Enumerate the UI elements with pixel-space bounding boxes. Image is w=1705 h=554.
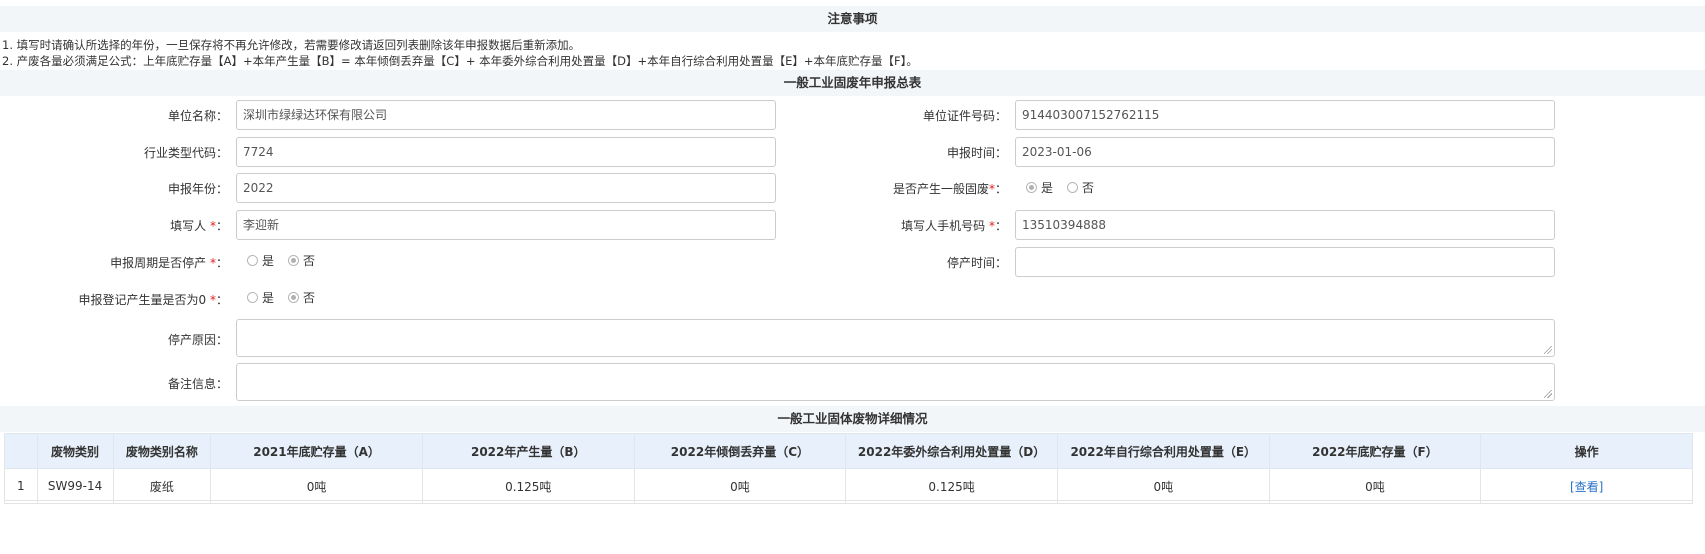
cert-no-input[interactable]: 914403007152762115 [1015,100,1555,130]
col-header-index [4,433,38,469]
produce-waste-no-radio[interactable] [1067,181,1079,193]
stopped-radios: 是 否 [247,250,329,270]
col-header-dumped: 2022年倾倒丢弃量（C） [633,433,847,469]
filler-phone-input[interactable]: 13510394888 [1015,210,1555,240]
declare-year-input[interactable]: 2022 [236,173,776,203]
stopped-no-label: 否 [303,253,316,268]
zero-output-no-radio[interactable] [288,291,300,303]
notice-line-1: 1. 填写时请确认所选择的年份，一旦保存将不再允许修改，若需要修改请返回列表删除… [2,38,581,52]
declare-year-label: 申报年份： [167,182,228,196]
resize-grip-icon[interactable] [1544,390,1552,398]
cell-dumped: 0吨 [633,468,847,504]
stopped-yes-radio[interactable] [247,254,258,266]
stop-reason-textarea[interactable] [236,319,1555,357]
industry-code-input[interactable]: 7724 [236,137,776,167]
produce-waste-radios: 是 否 [1026,177,1108,197]
unit-name-input[interactable]: 深圳市绿绿达环保有限公司 [236,100,776,130]
stopped-no-radio[interactable] [288,254,300,266]
zero-output-yes-label: 是 [262,290,275,305]
declare-time-input[interactable]: 2023-01-06 [1015,137,1555,167]
filler-input[interactable]: 李迎新 [236,210,776,240]
col-header-action: 操作 [1480,433,1693,469]
col-header-end-stock: 2022年底贮存量（F） [1268,433,1482,469]
stop-reason-label: 停产原因： [167,333,228,347]
col-header-produced: 2022年产生量（B） [421,433,635,469]
cell-produced: 0.125吨 [421,468,635,504]
produce-waste-yes-label: 是 [1041,180,1054,195]
cert-no-label: 单位证件号码： [922,109,1007,123]
notice-line-2: 2. 产废各量必须满足公式：上年底贮存量【A】+本年产生量【B】= 本年倾倒丢弃… [2,54,918,68]
summary-title: 一般工业固废年申报总表 [0,70,1705,96]
industry-code-label: 行业类型代码： [143,146,228,160]
cell-prev-stock: 0吨 [210,468,423,504]
zero-output-label: 申报登记产生量是否为0 *： [78,293,228,307]
col-header-prev-stock: 2021年底贮存量（A） [210,433,423,469]
col-header-waste-type-name: 废物类别名称 [112,433,212,469]
cell-index: 1 [4,468,38,504]
resize-grip-icon[interactable] [1544,346,1552,354]
cell-waste-type: SW99-14 [36,468,114,504]
produce-waste-label: 是否产生一般固废*： [892,182,1007,196]
produce-waste-yes-radio[interactable] [1026,181,1037,193]
cell-outsourced: 0.125吨 [845,468,1058,504]
unit-name-label: 单位名称： [167,109,228,123]
notice-list: 1. 填写时请确认所选择的年份，一旦保存将不再允许修改，若需要修改请返回列表删除… [2,37,918,69]
produce-waste-no-label: 否 [1082,180,1095,195]
remark-label: 备注信息： [167,377,228,391]
filler-phone-label: 填写人手机号码 *： [901,219,1007,233]
col-header-waste-type: 废物类别 [36,433,114,469]
table-header-row: 废物类别 废物类别名称 2021年底贮存量（A） 2022年产生量（B） 202… [4,433,1693,469]
stop-time-label: 停产时间： [946,256,1007,270]
waste-detail-table: 废物类别 废物类别名称 2021年底贮存量（A） 2022年产生量（B） 202… [4,433,1693,504]
stopped-label: 申报周期是否停产 *： [110,256,228,270]
zero-output-yes-radio[interactable] [247,291,258,303]
detail-title: 一般工业固体废物详细情况 [0,406,1705,432]
stop-time-input[interactable] [1015,247,1555,277]
remark-textarea[interactable] [236,363,1555,401]
cell-waste-type-name: 废纸 [112,468,212,504]
col-header-outsourced: 2022年委外综合利用处置量（D） [845,433,1058,469]
cell-end-stock: 0吨 [1268,468,1482,504]
view-link[interactable]: [查看] [1570,480,1603,494]
table-bottom-border [4,500,1693,501]
cell-self-used: 0吨 [1056,468,1270,504]
zero-output-no-label: 否 [303,290,316,305]
notice-title: 注意事项 [0,6,1705,32]
table-row: 1 SW99-14 废纸 0吨 0.125吨 0吨 0.125吨 0吨 0吨 [… [4,468,1693,504]
zero-output-radios: 是 否 [247,287,329,307]
declare-time-label: 申报时间： [946,146,1007,160]
stopped-yes-label: 是 [262,253,275,268]
filler-label: 填写人 *： [170,219,228,233]
col-header-self-used: 2022年自行综合利用处置量（E） [1056,433,1270,469]
cell-action: [查看] [1480,468,1693,504]
